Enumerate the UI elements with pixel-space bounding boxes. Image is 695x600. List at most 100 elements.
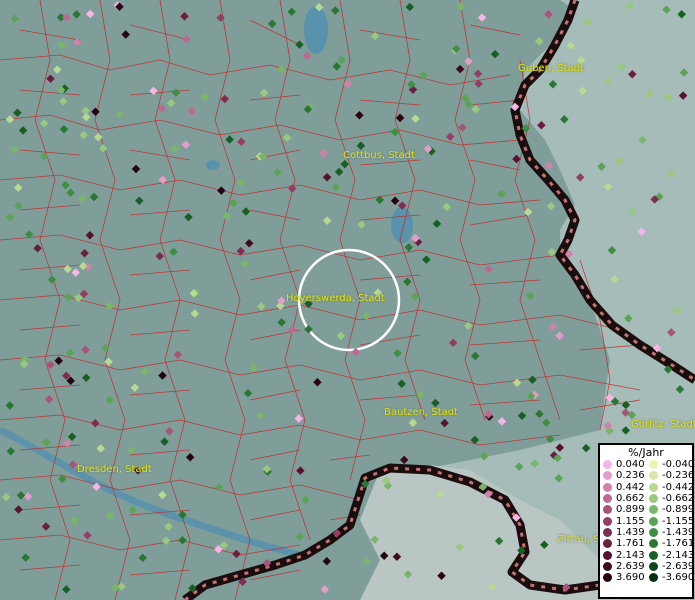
station-marker[interactable] [52,65,62,74]
station-marker[interactable] [59,124,69,134]
station-marker[interactable] [445,132,455,142]
station-marker[interactable] [2,492,11,502]
station-marker[interactable] [241,207,251,216]
station-marker[interactable] [625,1,634,10]
station-marker[interactable] [437,571,446,580]
station-marker[interactable] [474,79,483,89]
station-marker[interactable] [164,522,173,531]
station-marker[interactable] [678,91,688,100]
station-marker[interactable] [537,120,546,130]
station-marker[interactable] [319,149,328,158]
station-marker[interactable] [40,119,49,128]
station-marker[interactable] [672,306,681,315]
station-marker[interactable] [497,417,507,426]
station-marker[interactable] [545,434,555,444]
station-marker[interactable] [21,553,30,562]
station-marker[interactable] [92,482,101,492]
station-marker[interactable] [81,345,90,355]
station-marker[interactable] [431,398,440,408]
station-marker[interactable] [578,86,587,96]
station-marker[interactable] [455,64,465,74]
station-marker[interactable] [555,443,565,452]
station-marker[interactable] [232,549,241,559]
station-marker[interactable] [81,373,91,383]
station-marker[interactable] [287,184,297,193]
station-marker[interactable] [93,132,103,142]
station-marker[interactable] [322,173,332,182]
station-marker[interactable] [397,379,406,388]
station-marker[interactable] [169,247,178,257]
station-marker[interactable] [130,383,140,393]
station-marker[interactable] [257,302,266,311]
station-marker[interactable] [603,182,613,192]
station-marker[interactable] [410,292,420,302]
station-marker[interactable] [267,19,277,29]
station-marker[interactable] [68,460,78,469]
station-marker[interactable] [62,12,71,22]
station-marker[interactable] [135,196,144,205]
station-marker[interactable] [554,473,563,483]
station-marker[interactable] [621,400,631,410]
station-marker[interactable] [62,585,71,594]
station-marker[interactable] [39,152,49,161]
station-marker[interactable] [65,348,75,358]
station-marker[interactable] [96,444,105,453]
station-marker[interactable] [72,10,81,19]
station-marker[interactable] [422,255,431,264]
station-marker[interactable] [165,426,174,436]
station-marker[interactable] [244,238,254,248]
station-marker[interactable] [562,583,571,592]
station-marker[interactable] [71,268,80,277]
station-marker[interactable] [77,194,87,203]
station-marker[interactable] [314,2,324,12]
station-marker[interactable] [178,535,187,545]
station-marker[interactable] [304,324,313,334]
station-marker[interactable] [566,41,576,50]
station-marker[interactable] [13,183,23,193]
station-marker[interactable] [295,532,304,541]
station-marker[interactable] [456,2,465,12]
station-marker[interactable] [637,227,646,236]
station-marker[interactable] [33,243,42,253]
station-marker[interactable] [405,2,415,12]
station-marker[interactable] [581,443,591,453]
station-marker[interactable] [521,123,531,133]
station-marker[interactable] [497,189,506,199]
station-marker[interactable] [46,74,55,83]
station-marker[interactable] [322,216,332,225]
station-marker[interactable] [440,418,449,428]
station-marker[interactable] [628,207,637,216]
station-marker[interactable] [336,331,346,341]
station-marker[interactable] [117,582,126,591]
station-marker[interactable] [357,220,366,229]
station-marker[interactable] [464,321,473,330]
station-marker[interactable] [237,137,246,146]
station-marker[interactable] [534,37,544,46]
station-marker[interactable] [544,10,553,19]
station-marker[interactable] [188,583,197,593]
station-marker[interactable] [166,98,176,108]
station-marker[interactable] [679,68,689,77]
station-marker[interactable] [458,123,467,132]
station-marker[interactable] [85,230,95,240]
station-marker[interactable] [185,453,195,462]
station-marker[interactable] [296,466,305,475]
station-marker[interactable] [54,356,63,366]
station-marker[interactable] [583,17,593,27]
station-marker[interactable] [59,96,68,106]
station-marker[interactable] [390,127,400,137]
station-marker[interactable] [44,394,54,404]
station-marker[interactable] [243,389,253,398]
station-marker[interactable] [18,126,28,135]
station-marker[interactable] [332,528,342,538]
station-marker[interactable] [331,6,340,15]
station-marker[interactable] [621,426,631,435]
station-marker[interactable] [471,105,481,114]
station-marker[interactable] [375,195,384,205]
station-marker[interactable] [490,49,500,59]
station-marker[interactable] [157,104,167,113]
station-marker[interactable] [403,277,412,287]
station-marker[interactable] [638,135,647,145]
station-marker[interactable] [46,360,55,370]
station-marker[interactable] [322,557,332,566]
